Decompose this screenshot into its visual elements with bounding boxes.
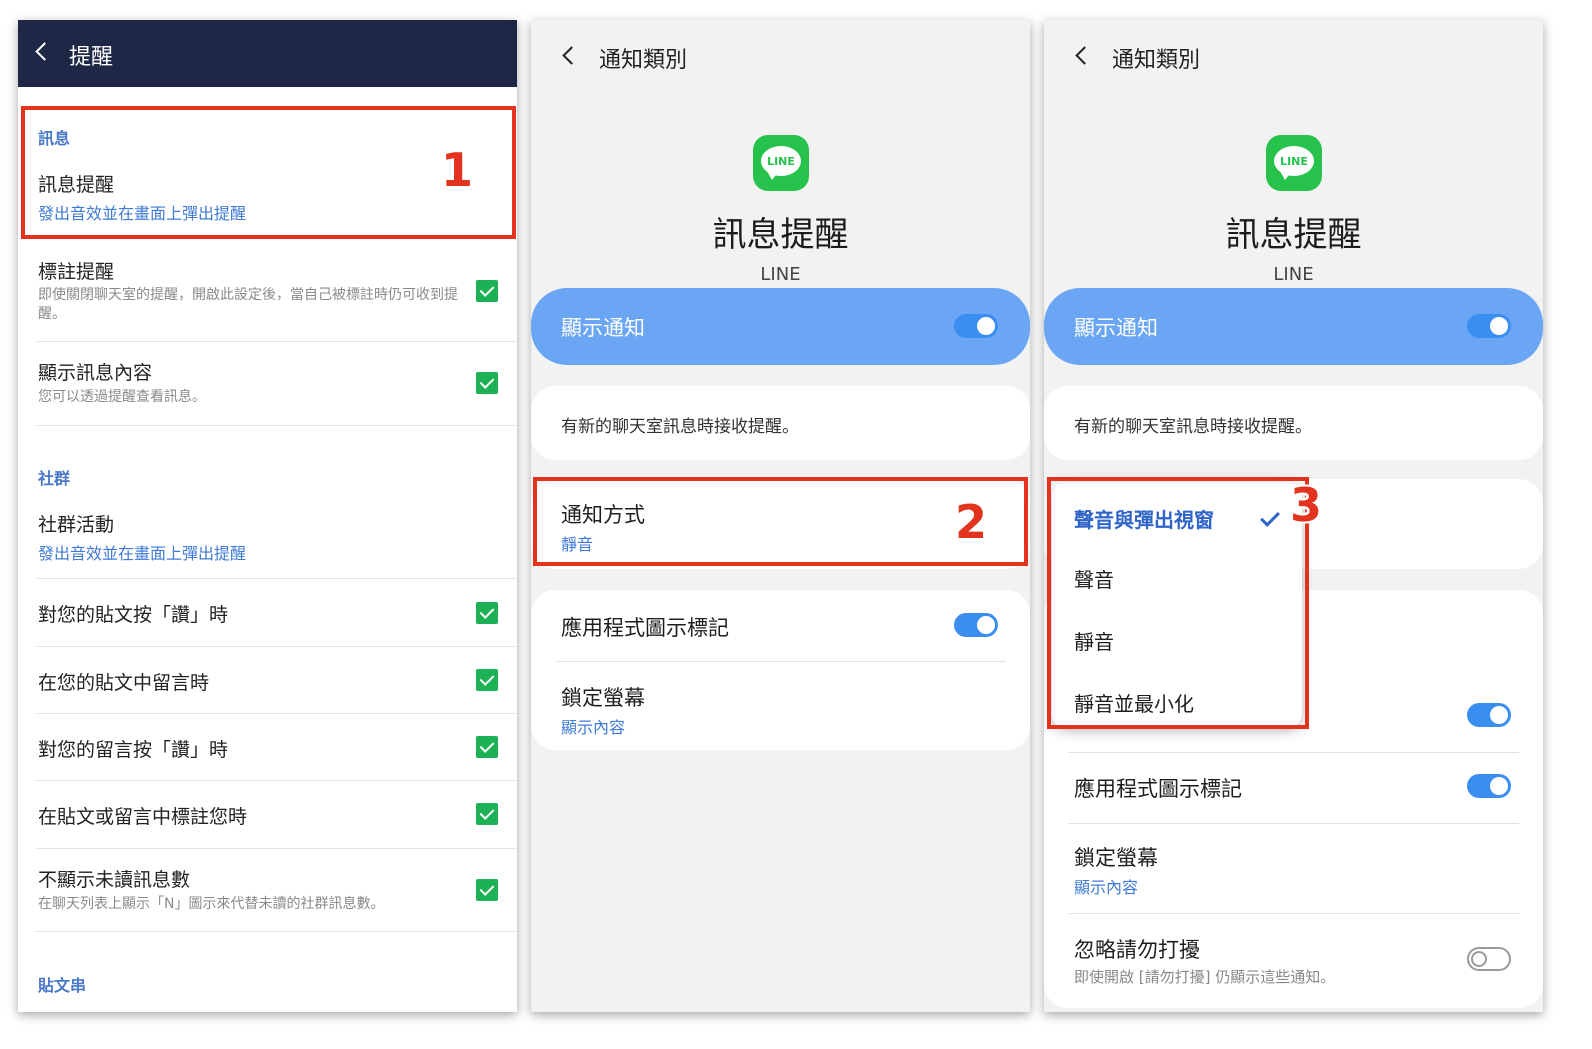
back-arrow-icon[interactable] — [1075, 46, 1094, 65]
checkbox-checked-icon[interactable] — [476, 803, 498, 825]
logo-text: LINE — [767, 155, 795, 168]
chat-bubble-tail — [767, 171, 779, 180]
item-description: 即使關閉聊天室的提醒，開啟此設定後，當自己被標註時仍可收到提醒。 — [38, 287, 458, 322]
divider — [36, 341, 517, 342]
toggle-knob — [1489, 776, 1509, 796]
list-item-mention-alert[interactable]: 標註提醒 即使關閉聊天室的提醒，開啟此設定後，當自己被標註時仍可收到提醒。 — [18, 252, 517, 340]
divider — [36, 931, 517, 932]
ignore-dnd-row[interactable]: 忽略請勿打擾 即使開啟 [請勿打擾] 仍顯示這些通知。 — [1044, 914, 1543, 1004]
toggle-knob — [976, 316, 996, 336]
toggle-knob — [1471, 951, 1487, 967]
checkbox-checked-icon[interactable] — [476, 669, 498, 691]
show-notification-toggle[interactable] — [954, 314, 998, 338]
divider — [36, 646, 517, 647]
checkbox-checked-icon[interactable] — [476, 602, 498, 624]
ignore-dnd-toggle[interactable] — [1467, 947, 1511, 971]
annotation-step-1: 1 — [441, 143, 474, 197]
list-item-comment-like[interactable]: 對您的留言按「讚」時 — [18, 715, 517, 781]
annotation-step-2: 2 — [955, 495, 988, 549]
ignore-dnd-title: 忽略請勿打擾 — [1074, 938, 1200, 962]
description-text: 有新的聊天室訊息時接收提醒。 — [561, 417, 799, 437]
settings-card: 應用程式圖示標記 鎖定螢幕 顯示內容 — [531, 590, 1030, 750]
toggle-knob — [976, 615, 996, 635]
divider — [36, 713, 517, 714]
item-subtitle: 發出音效並在畫面上彈出提醒 — [38, 544, 247, 563]
show-notification-label: 顯示通知 — [561, 316, 645, 340]
divider — [36, 578, 517, 579]
annotation-step-3: 3 — [1290, 478, 1323, 532]
line-app-icon: LINE — [753, 135, 809, 191]
section-header-posts: 貼文串 — [38, 976, 87, 995]
item-title: 對您的貼文按「讚」時 — [38, 604, 229, 626]
app-badge-label: 應用程式圖示標記 — [561, 616, 729, 640]
toggle-knob — [1489, 316, 1509, 336]
app-name: LINE — [1273, 264, 1314, 285]
checkbox-checked-icon[interactable] — [476, 879, 498, 901]
annotation-box-3 — [1047, 477, 1309, 729]
list-item-show-message-content[interactable]: 顯示訊息內容 您可以透過提醒查看訊息。 — [18, 350, 517, 425]
list-item-hide-unread-count[interactable]: 不顯示未讀訊息數 在聊天列表上顯示「N」圖示來代替未讀的社群訊息數。 — [18, 850, 517, 930]
app-badge-toggle[interactable] — [1467, 774, 1511, 798]
list-item-post-like[interactable]: 對您的貼文按「讚」時 — [18, 580, 517, 646]
back-arrow-icon[interactable] — [35, 42, 54, 61]
item-title: 顯示訊息內容 — [38, 362, 153, 384]
show-notification-bar[interactable]: 顯示通知 — [531, 288, 1030, 365]
item-description: 在聊天列表上顯示「N」圖示來代替未讀的社群訊息數。 — [38, 896, 385, 912]
list-item-community-activity[interactable]: 社群活動 發出音效並在畫面上彈出提醒 — [18, 500, 517, 575]
page-title: 通知類別 — [599, 48, 688, 73]
logo-text: LINE — [1280, 155, 1308, 168]
lock-screen-value: 顯示內容 — [561, 718, 626, 737]
item-title: 在貼文或留言中標註您時 — [38, 806, 248, 828]
checkbox-checked-icon[interactable] — [476, 280, 498, 302]
line-app-icon: LINE — [1266, 135, 1322, 191]
lock-screen-value: 顯示內容 — [1074, 878, 1139, 897]
checkbox-checked-icon[interactable] — [476, 372, 498, 394]
list-item-post-comment[interactable]: 在您的貼文中留言時 — [18, 648, 517, 714]
app-badge-toggle[interactable] — [954, 613, 998, 637]
divider — [36, 425, 517, 426]
lock-screen-title: 鎖定螢幕 — [1074, 846, 1158, 870]
ignore-dnd-description: 即使開啟 [請勿打擾] 仍顯示這些通知。 — [1074, 968, 1336, 986]
item-title: 在您的貼文中留言時 — [38, 672, 210, 694]
item-title: 對您的留言按「讚」時 — [38, 739, 229, 761]
toggle-partially-hidden[interactable] — [1467, 703, 1511, 727]
description-card: 有新的聊天室訊息時接收提醒。 — [531, 386, 1030, 460]
app-badge-label: 應用程式圖示標記 — [1074, 777, 1242, 801]
item-title: 社群活動 — [38, 514, 115, 536]
back-arrow-icon[interactable] — [562, 46, 581, 65]
app-bar: 提醒 — [18, 20, 517, 87]
category-title: 訊息提醒 — [712, 215, 849, 255]
item-title: 不顯示未讀訊息數 — [38, 869, 191, 891]
app-badge-row[interactable]: 應用程式圖示標記 — [531, 590, 1030, 662]
description-text: 有新的聊天室訊息時接收提醒。 — [1074, 417, 1312, 437]
section-header-community: 社群 — [38, 469, 71, 488]
item-title: 標註提醒 — [38, 261, 115, 283]
lock-screen-row[interactable]: 鎖定螢幕 顯示內容 — [1044, 824, 1543, 912]
list-item-mentioned-in-post[interactable]: 在貼文或留言中標註您時 — [18, 782, 517, 848]
category-title: 訊息提醒 — [1225, 215, 1362, 255]
chat-bubble-tail — [1280, 171, 1292, 180]
annotation-box-2 — [533, 477, 1028, 566]
show-notification-label: 顯示通知 — [1074, 316, 1158, 340]
app-name: LINE — [760, 264, 801, 285]
description-card: 有新的聊天室訊息時接收提醒。 — [1044, 386, 1543, 460]
show-notification-bar[interactable]: 顯示通知 — [1044, 288, 1543, 365]
lock-screen-title: 鎖定螢幕 — [561, 686, 645, 710]
show-notification-toggle[interactable] — [1467, 314, 1511, 338]
app-badge-row[interactable]: 應用程式圖示標記 — [1044, 753, 1543, 823]
item-description: 您可以透過提醒查看訊息。 — [38, 389, 206, 405]
checkbox-checked-icon[interactable] — [476, 736, 498, 758]
divider — [36, 780, 517, 781]
toggle-knob — [1489, 705, 1509, 725]
lock-screen-row[interactable]: 鎖定螢幕 顯示內容 — [531, 662, 1030, 750]
page-title: 通知類別 — [1112, 48, 1201, 73]
page-title: 提醒 — [69, 45, 114, 70]
divider — [36, 848, 517, 849]
